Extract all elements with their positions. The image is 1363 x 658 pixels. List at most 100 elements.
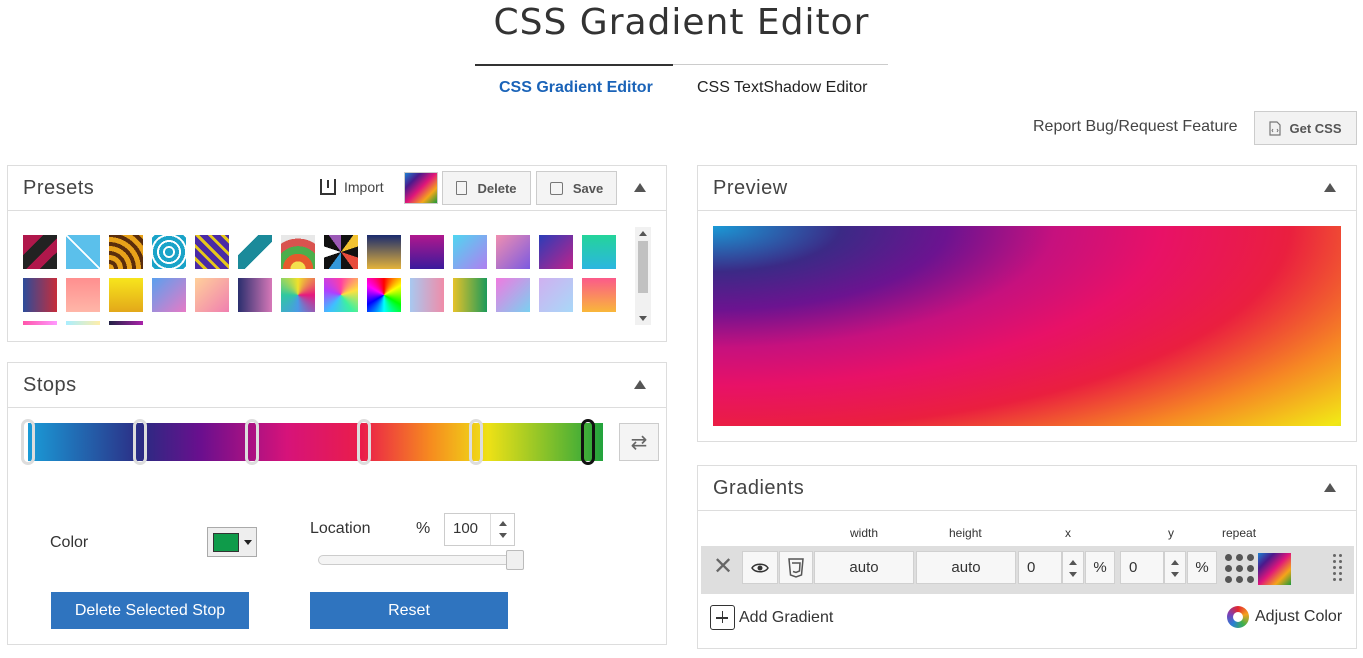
add-gradient-label: Add Gradient	[739, 608, 834, 626]
preset-swatch[interactable]	[367, 278, 401, 312]
preset-swatch[interactable]	[23, 321, 57, 325]
gradients-header: Gradients	[698, 466, 1356, 511]
preset-swatch[interactable]	[152, 278, 186, 312]
col-width: width	[850, 526, 879, 540]
drag-handle-icon[interactable]	[1333, 554, 1345, 586]
preset-swatch[interactable]	[539, 278, 573, 312]
preset-swatch[interactable]	[496, 278, 530, 312]
collapse-stops-icon[interactable]	[634, 380, 646, 389]
get-css-button[interactable]: Get CSS	[1254, 111, 1357, 145]
stop-handle-selected[interactable]	[581, 419, 595, 465]
preset-swatch[interactable]	[324, 278, 358, 312]
tab-gradient-editor[interactable]: CSS Gradient Editor	[499, 79, 653, 97]
increment-icon[interactable]	[1069, 560, 1077, 565]
save-preset-label: Save	[572, 180, 604, 196]
scroll-up-icon[interactable]	[639, 231, 647, 236]
collapse-preview-icon[interactable]	[1324, 183, 1336, 192]
preset-swatch[interactable]	[23, 235, 57, 269]
x-input[interactable]: 0	[1018, 551, 1062, 584]
preset-swatch[interactable]	[281, 278, 315, 312]
location-slider-track[interactable]	[318, 555, 523, 565]
preset-swatch[interactable]	[367, 235, 401, 269]
location-slider-thumb[interactable]	[506, 550, 524, 570]
tab-textshadow-editor[interactable]: CSS TextShadow Editor	[697, 79, 867, 97]
repeat-grid-icon[interactable]	[1225, 554, 1255, 584]
preset-swatch[interactable]	[109, 321, 143, 325]
stop-handle[interactable]	[133, 419, 147, 465]
save-preset-button[interactable]: Save	[536, 171, 617, 205]
stops-panel: Stops ⇄ Color Location % 100 Delete Sele…	[7, 362, 667, 645]
preset-swatch[interactable]	[195, 235, 229, 269]
layer-gradient-thumbnail[interactable]	[1258, 553, 1291, 585]
delete-stop-button[interactable]: Delete Selected Stop	[51, 592, 249, 629]
preset-swatch[interactable]	[410, 278, 444, 312]
decrement-icon[interactable]	[1171, 572, 1179, 577]
y-input[interactable]: 0	[1120, 551, 1164, 584]
preset-swatch[interactable]	[582, 278, 616, 312]
scroll-thumb[interactable]	[638, 241, 648, 293]
col-y: y	[1168, 526, 1174, 540]
preset-swatch[interactable]	[152, 235, 186, 269]
preset-swatch[interactable]	[238, 278, 272, 312]
delete-preset-label: Delete	[477, 180, 517, 196]
decrement-icon[interactable]	[499, 533, 507, 538]
preset-swatch[interactable]	[582, 235, 616, 269]
preset-swatch[interactable]	[410, 235, 444, 269]
y-unit-select[interactable]: %	[1187, 551, 1217, 584]
import-icon	[320, 179, 336, 195]
preset-swatch[interactable]	[109, 278, 143, 312]
color-label: Color	[50, 534, 89, 551]
preset-swatch[interactable]	[195, 278, 229, 312]
preset-swatch[interactable]	[453, 235, 487, 269]
preset-swatch[interactable]	[324, 235, 358, 269]
css3-button[interactable]	[779, 551, 813, 584]
toggle-visibility-button[interactable]	[742, 551, 778, 584]
gradient-layer-row[interactable]: ✕ auto auto 0 % 0 %	[701, 546, 1354, 594]
reset-button[interactable]: Reset	[310, 592, 508, 629]
import-label: Import	[344, 179, 384, 195]
import-button[interactable]: Import	[320, 179, 384, 195]
location-stepper[interactable]	[490, 514, 514, 545]
preset-swatch[interactable]	[539, 235, 573, 269]
collapse-gradients-icon[interactable]	[1324, 483, 1336, 492]
save-icon	[549, 181, 563, 195]
report-bug-link[interactable]: Report Bug/Request Feature	[1033, 118, 1238, 136]
add-gradient-button[interactable]: Add Gradient	[710, 605, 833, 630]
color-picker[interactable]	[207, 527, 257, 557]
y-stepper[interactable]	[1164, 551, 1186, 584]
scroll-down-icon[interactable]	[639, 316, 647, 321]
current-preset-thumbnail[interactable]	[404, 172, 438, 204]
preset-swatch[interactable]	[496, 235, 530, 269]
preset-swatch[interactable]	[23, 278, 57, 312]
remove-layer-icon[interactable]: ✕	[713, 552, 733, 581]
width-input[interactable]: auto	[814, 551, 914, 584]
increment-icon[interactable]	[499, 521, 507, 526]
delete-preset-button[interactable]: Delete	[442, 171, 531, 205]
preset-swatch[interactable]	[66, 235, 100, 269]
preset-swatch[interactable]	[66, 321, 100, 325]
preset-swatch[interactable]	[453, 278, 487, 312]
gradient-stop-bar[interactable]	[28, 423, 603, 461]
height-input[interactable]: auto	[916, 551, 1016, 584]
eye-icon	[751, 563, 769, 572]
preset-swatch[interactable]	[238, 235, 272, 269]
increment-icon[interactable]	[1171, 560, 1179, 565]
stop-handle[interactable]	[21, 419, 35, 465]
preset-swatch[interactable]	[109, 235, 143, 269]
preset-swatch[interactable]	[66, 278, 100, 312]
stop-handle[interactable]	[245, 419, 259, 465]
x-stepper[interactable]	[1062, 551, 1084, 584]
stop-handle[interactable]	[357, 419, 371, 465]
location-input[interactable]: 100	[444, 513, 515, 546]
decrement-icon[interactable]	[1069, 572, 1077, 577]
col-x: x	[1065, 526, 1071, 540]
preset-scrollbar[interactable]	[635, 227, 651, 325]
collapse-presets-icon[interactable]	[634, 183, 646, 192]
presets-title: Presets	[23, 177, 95, 199]
preset-swatch[interactable]	[281, 235, 315, 269]
adjust-color-button[interactable]: Adjust Color	[1227, 606, 1342, 628]
reverse-stops-button[interactable]: ⇄	[619, 423, 659, 461]
preview-panel: Preview	[697, 165, 1357, 442]
x-unit-select[interactable]: %	[1085, 551, 1115, 584]
stop-handle[interactable]	[469, 419, 483, 465]
